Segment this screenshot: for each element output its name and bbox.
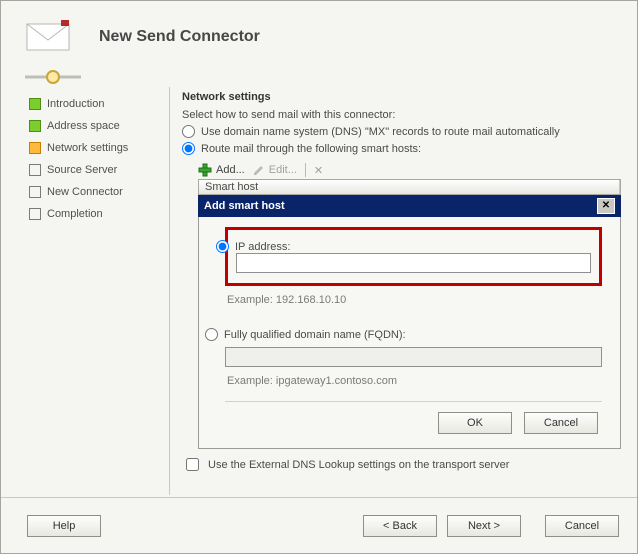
- pipe-decoration: [25, 69, 81, 88]
- option-use-dns[interactable]: Use domain name system (DNS) "MX" record…: [182, 125, 621, 138]
- radio-ip-address[interactable]: [216, 240, 229, 253]
- step-address-space[interactable]: Address space: [29, 115, 169, 137]
- step-network-settings[interactable]: Network settings: [29, 137, 169, 159]
- help-button[interactable]: Help: [27, 515, 101, 537]
- fqdn-input: [225, 347, 602, 367]
- step-label: Source Server: [47, 164, 117, 176]
- step-source-server[interactable]: Source Server: [29, 159, 169, 181]
- toolbar-separator: [305, 163, 306, 177]
- radio-fqdn[interactable]: [205, 328, 218, 341]
- dialog-close-button[interactable]: ✕: [597, 198, 615, 214]
- option-label: IP address:: [235, 241, 290, 253]
- dialog-cancel-button[interactable]: Cancel: [524, 412, 598, 434]
- option-smart-hosts[interactable]: Route mail through the following smart h…: [182, 142, 621, 155]
- section-title: Network settings: [182, 91, 621, 103]
- smart-host-toolbar: Add... Edit... ✕: [198, 163, 621, 177]
- step-label: Introduction: [47, 98, 104, 110]
- step-label: Completion: [47, 208, 103, 220]
- dialog-titlebar[interactable]: Add smart host ✕: [198, 195, 621, 217]
- ip-example-label: Example: 192.168.10.10: [227, 294, 602, 306]
- wizard-main: Network settings Select how to send mail…: [169, 87, 637, 495]
- external-dns-checkbox-row[interactable]: Use the External DNS Lookup settings on …: [182, 455, 621, 474]
- wizard-footer: Help < Back Next > Cancel: [1, 497, 637, 553]
- dialog-button-row: OK Cancel: [225, 401, 602, 438]
- step-done-icon: [29, 98, 41, 110]
- step-pending-icon: [29, 208, 41, 220]
- pencil-icon: [253, 164, 265, 176]
- option-label: Fully qualified domain name (FQDN):: [224, 329, 406, 341]
- button-label: Add...: [216, 164, 245, 176]
- option-label: Use domain name system (DNS) "MX" record…: [201, 126, 560, 138]
- cancel-button[interactable]: Cancel: [545, 515, 619, 537]
- plus-icon: [198, 163, 212, 177]
- button-label: Edit...: [269, 164, 297, 176]
- wizard-header: New Send Connector: [1, 1, 637, 69]
- wizard-icon: [19, 7, 81, 67]
- column-smart-host[interactable]: Smart host: [199, 180, 620, 194]
- section-instruction: Select how to send mail with this connec…: [182, 109, 621, 121]
- wizard-title: New Send Connector: [81, 28, 260, 46]
- radio-smart-hosts[interactable]: [182, 142, 195, 155]
- checkbox-label: Use the External DNS Lookup settings on …: [208, 459, 509, 471]
- ip-address-input[interactable]: [236, 253, 591, 273]
- option-fqdn[interactable]: Fully qualified domain name (FQDN):: [205, 328, 602, 341]
- step-pending-icon: [29, 164, 41, 176]
- smart-host-list-header: Smart host: [198, 179, 621, 195]
- edit-button: Edit...: [253, 164, 297, 176]
- step-label: New Connector: [47, 186, 123, 198]
- ip-address-section: IP address:: [225, 227, 602, 286]
- back-button[interactable]: < Back: [363, 515, 437, 537]
- x-icon: ✕: [314, 164, 323, 177]
- step-introduction[interactable]: Introduction: [29, 93, 169, 115]
- dialog-ok-button[interactable]: OK: [438, 412, 512, 434]
- next-button[interactable]: Next >: [447, 515, 521, 537]
- radio-dns[interactable]: [182, 125, 195, 138]
- option-label: Route mail through the following smart h…: [201, 143, 421, 155]
- external-dns-checkbox[interactable]: [186, 458, 199, 471]
- add-button[interactable]: Add...: [198, 163, 245, 177]
- wizard-steps: Introduction Address space Network setti…: [1, 87, 169, 495]
- dialog-title-text: Add smart host: [204, 200, 285, 212]
- step-label: Address space: [47, 120, 120, 132]
- option-ip-address[interactable]: IP address:: [216, 240, 591, 253]
- step-pending-icon: [29, 186, 41, 198]
- step-new-connector[interactable]: New Connector: [29, 181, 169, 203]
- fqdn-example-label: Example: ipgateway1.contoso.com: [227, 375, 602, 387]
- dialog-body: IP address: Example: 192.168.10.10 Fully…: [198, 217, 621, 449]
- remove-button: ✕: [314, 164, 323, 177]
- step-current-icon: [29, 142, 41, 154]
- step-label: Network settings: [47, 142, 128, 154]
- step-done-icon: [29, 120, 41, 132]
- step-completion[interactable]: Completion: [29, 203, 169, 225]
